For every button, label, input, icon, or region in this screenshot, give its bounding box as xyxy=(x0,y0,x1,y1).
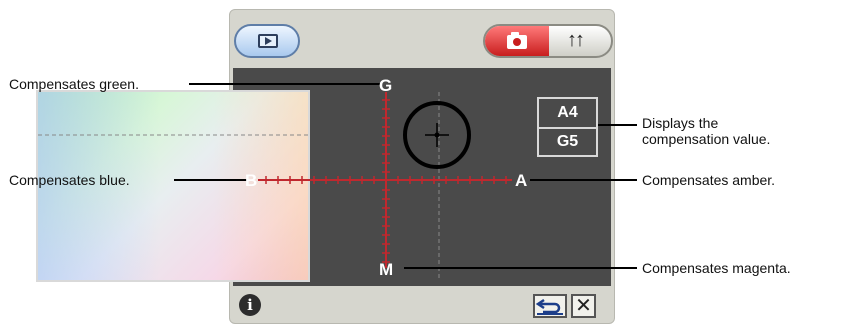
compensation-value-amber: A4 xyxy=(539,99,596,129)
cursor-center xyxy=(434,132,440,138)
compensation-value-green: G5 xyxy=(556,133,579,150)
axis-label-blue: B xyxy=(245,171,258,190)
axis-label-magenta: M xyxy=(379,260,394,279)
axis-label-green: G xyxy=(379,76,393,95)
compensation-value-display: A4 G5 xyxy=(537,97,598,157)
callout-blue: Compensates blue. xyxy=(9,172,130,188)
overlay-graphics xyxy=(38,83,637,280)
callout-magenta: Compensates magenta. xyxy=(642,260,791,276)
callout-green: Compensates green. xyxy=(9,76,139,92)
axis-label-amber: A xyxy=(515,171,528,190)
callout-display-line2: compensation value. xyxy=(642,131,771,147)
callout-amber: Compensates amber. xyxy=(642,172,776,188)
callout-display-line1: Displays the xyxy=(642,115,719,131)
